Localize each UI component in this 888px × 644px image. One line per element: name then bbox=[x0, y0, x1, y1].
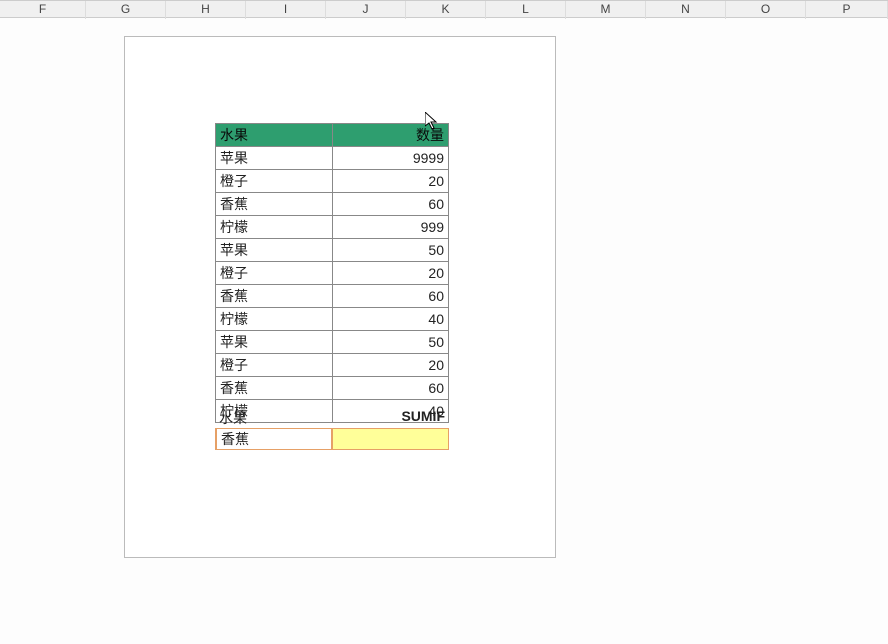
cell-fruit[interactable]: 橙子 bbox=[216, 262, 333, 285]
cell-qty[interactable]: 60 bbox=[333, 285, 449, 308]
table-row[interactable]: 苹果50 bbox=[216, 331, 449, 354]
cell-fruit[interactable]: 苹果 bbox=[216, 147, 333, 170]
cell-fruit[interactable]: 柠檬 bbox=[216, 308, 333, 331]
data-table[interactable]: 水果 数量 苹果9999橙子20香蕉60柠檬999苹果50橙子20香蕉60柠檬4… bbox=[215, 123, 449, 423]
cell-qty[interactable]: 999 bbox=[333, 216, 449, 239]
cell-fruit[interactable]: 橙子 bbox=[216, 354, 333, 377]
cell-qty[interactable]: 20 bbox=[333, 262, 449, 285]
table-header-row[interactable]: 水果 数量 bbox=[216, 124, 449, 147]
summary-label-sumif[interactable]: SUMIF bbox=[333, 407, 449, 429]
cell-qty[interactable]: 20 bbox=[333, 170, 449, 193]
cell-qty[interactable]: 40 bbox=[333, 308, 449, 331]
cell-fruit[interactable]: 香蕉 bbox=[216, 285, 333, 308]
column-header-strip: FGHIJKLMNOP bbox=[0, 0, 888, 18]
column-header[interactable]: K bbox=[406, 1, 486, 19]
summary-labels-row: 水果 SUMIF bbox=[215, 407, 449, 429]
cell-qty[interactable]: 20 bbox=[333, 354, 449, 377]
table-row[interactable]: 苹果9999 bbox=[216, 147, 449, 170]
column-header[interactable]: O bbox=[726, 1, 806, 19]
summary-label-fruit[interactable]: 水果 bbox=[215, 407, 333, 429]
table-row[interactable]: 香蕉60 bbox=[216, 377, 449, 400]
cell-qty[interactable]: 50 bbox=[333, 331, 449, 354]
summary-values-row: 香蕉 bbox=[215, 428, 449, 450]
column-header[interactable]: J bbox=[326, 1, 406, 19]
summary-value-sumif[interactable] bbox=[333, 429, 449, 449]
table-row[interactable]: 橙子20 bbox=[216, 354, 449, 377]
table-row[interactable]: 橙子20 bbox=[216, 262, 449, 285]
cell-qty[interactable]: 60 bbox=[333, 193, 449, 216]
cell-qty[interactable]: 9999 bbox=[333, 147, 449, 170]
header-fruit[interactable]: 水果 bbox=[216, 124, 333, 147]
column-header[interactable]: H bbox=[166, 1, 246, 19]
column-header[interactable]: G bbox=[86, 1, 166, 19]
cell-fruit[interactable]: 香蕉 bbox=[216, 193, 333, 216]
cell-fruit[interactable]: 苹果 bbox=[216, 331, 333, 354]
table-row[interactable]: 柠檬999 bbox=[216, 216, 449, 239]
cell-fruit[interactable]: 苹果 bbox=[216, 239, 333, 262]
document-page: 水果 数量 苹果9999橙子20香蕉60柠檬999苹果50橙子20香蕉60柠檬4… bbox=[124, 36, 556, 558]
table-row[interactable]: 苹果50 bbox=[216, 239, 449, 262]
cell-fruit[interactable]: 橙子 bbox=[216, 170, 333, 193]
column-header[interactable]: M bbox=[566, 1, 646, 19]
cell-qty[interactable]: 60 bbox=[333, 377, 449, 400]
cell-fruit[interactable]: 柠檬 bbox=[216, 216, 333, 239]
table-row[interactable]: 香蕉60 bbox=[216, 285, 449, 308]
column-header[interactable]: F bbox=[0, 1, 86, 19]
cell-fruit[interactable]: 香蕉 bbox=[216, 377, 333, 400]
cell-qty[interactable]: 50 bbox=[333, 239, 449, 262]
table-row[interactable]: 橙子20 bbox=[216, 170, 449, 193]
header-qty[interactable]: 数量 bbox=[333, 124, 449, 147]
column-header[interactable]: N bbox=[646, 1, 726, 19]
column-header[interactable]: L bbox=[486, 1, 566, 19]
table-row[interactable]: 香蕉60 bbox=[216, 193, 449, 216]
column-header[interactable]: P bbox=[806, 1, 888, 19]
table-row[interactable]: 柠檬40 bbox=[216, 308, 449, 331]
summary-value-fruit[interactable]: 香蕉 bbox=[215, 429, 333, 449]
column-header[interactable]: I bbox=[246, 1, 326, 19]
